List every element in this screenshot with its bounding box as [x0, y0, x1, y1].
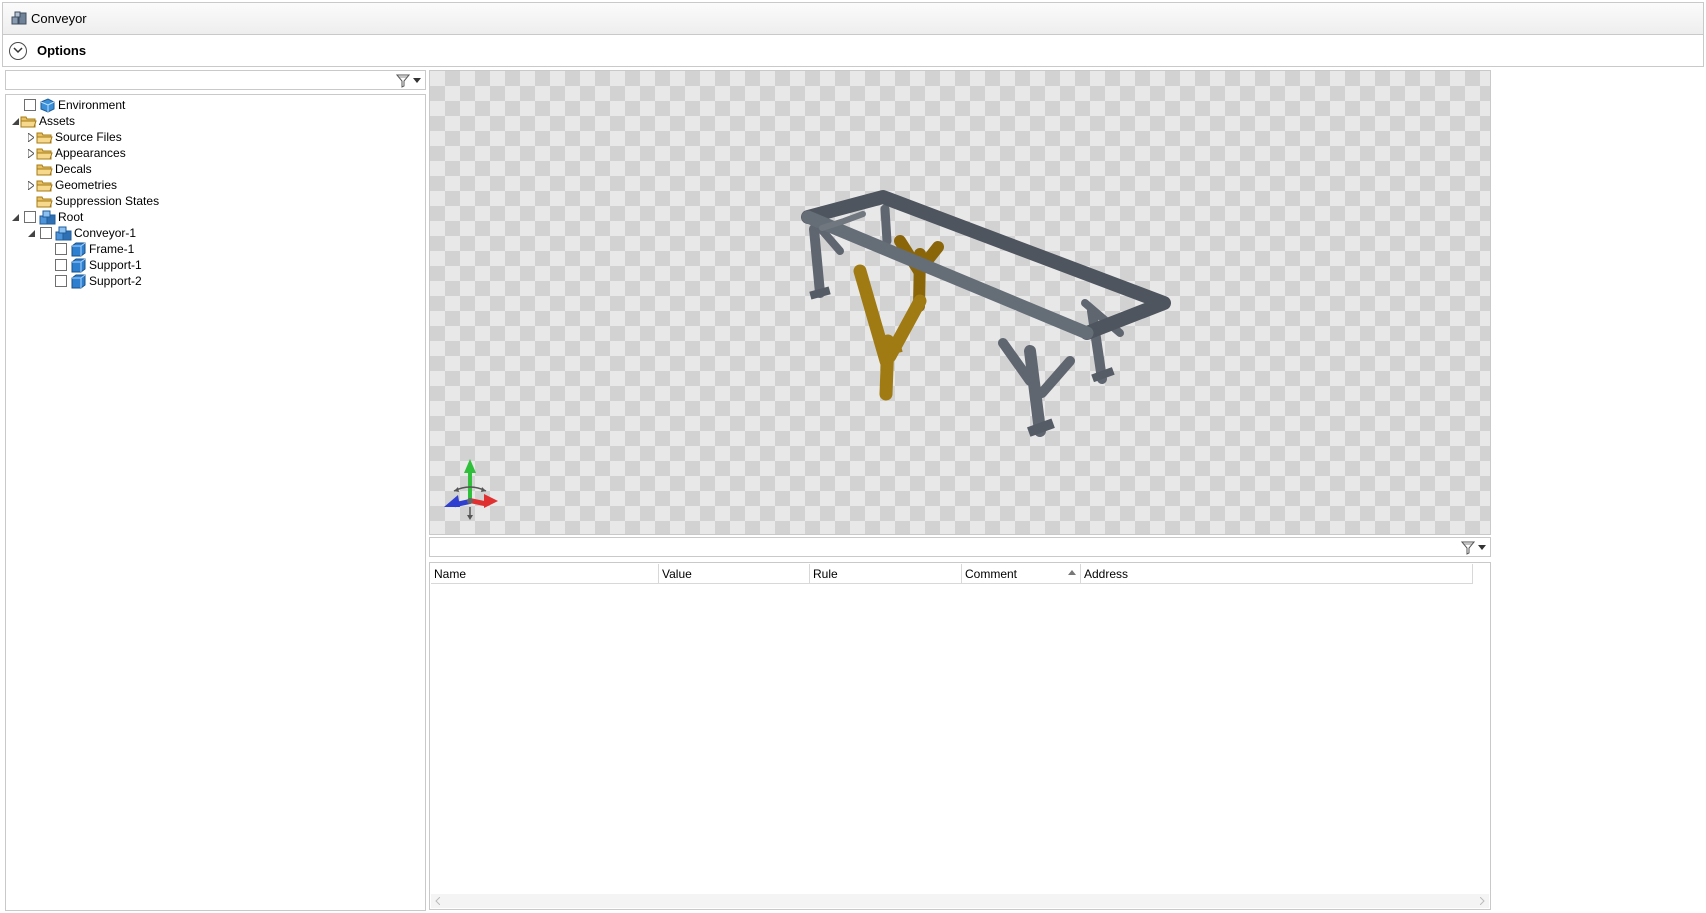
- property-filter-button[interactable]: [1458, 539, 1488, 556]
- tree-item-label: Source Files: [55, 130, 122, 144]
- tree-item-label: Geometries: [55, 178, 118, 192]
- folder-icon: [36, 194, 53, 209]
- column-header-address[interactable]: Address: [1081, 564, 1473, 583]
- filter-icon: [395, 74, 410, 88]
- tree-item-label: Assets: [39, 114, 76, 128]
- window-titlebar: Conveyor: [2, 2, 1704, 35]
- column-header-label: Comment: [965, 566, 1018, 581]
- folder-icon: [36, 130, 53, 145]
- visibility-checkbox[interactable]: [24, 99, 36, 111]
- tree-item-root[interactable]: Root: [10, 209, 83, 225]
- tree-item-label: Appearances: [55, 146, 126, 160]
- tree-item-label: Suppression States: [55, 194, 160, 208]
- column-header-rule[interactable]: Rule: [810, 564, 962, 583]
- 3d-viewport[interactable]: [429, 70, 1491, 535]
- property-filter: [429, 537, 1491, 557]
- tree-item-label: Support-1: [89, 258, 142, 272]
- assembly-icon: [39, 210, 56, 225]
- expanded-triangle-icon[interactable]: [10, 209, 20, 225]
- options-label: Options: [37, 43, 87, 58]
- property-filter-input[interactable]: [432, 539, 1456, 557]
- tree-filter-input[interactable]: [8, 72, 392, 90]
- tree-filter: [5, 70, 426, 90]
- collapsed-triangle-icon[interactable]: [26, 129, 36, 145]
- folder-icon: [36, 146, 53, 161]
- tree-item-suppression-states[interactable]: Suppression States: [36, 193, 159, 209]
- tree-item-appearances[interactable]: Appearances: [26, 145, 126, 161]
- collapsed-triangle-icon[interactable]: [26, 177, 36, 193]
- scroll-right-icon[interactable]: [1480, 897, 1485, 905]
- options-bar: Options: [2, 35, 1704, 67]
- window-title: Conveyor: [31, 11, 87, 26]
- model-tree: Environment Assets Source Files Appearan…: [5, 94, 426, 911]
- tree-item-conveyor-1[interactable]: Conveyor-1: [26, 225, 136, 241]
- collapsed-triangle-icon[interactable]: [26, 145, 36, 161]
- column-header-value[interactable]: Value: [659, 564, 810, 583]
- tree-item-label: Conveyor-1: [74, 226, 137, 240]
- tree-item-assets[interactable]: Assets: [10, 113, 75, 129]
- horizontal-scrollbar[interactable]: [431, 894, 1489, 908]
- tree-item-source-files[interactable]: Source Files: [26, 129, 122, 145]
- assembly-icon: [11, 11, 27, 26]
- tree-item-frame-1[interactable]: Frame-1: [55, 241, 134, 257]
- column-header-comment[interactable]: Comment: [962, 564, 1081, 583]
- filter-icon: [1460, 541, 1475, 555]
- environment-icon: [39, 97, 56, 113]
- visibility-checkbox[interactable]: [55, 275, 67, 287]
- column-header-name[interactable]: Name: [431, 564, 659, 583]
- axis-triad-icon[interactable]: [440, 451, 510, 526]
- folder-icon: [36, 162, 53, 177]
- dropdown-arrow-icon: [412, 78, 421, 83]
- visibility-checkbox[interactable]: [40, 227, 52, 239]
- tree-filter-button[interactable]: [393, 72, 423, 89]
- tree-item-support-1[interactable]: Support-1: [55, 257, 142, 273]
- conveyor-3d-model[interactable]: [430, 71, 1490, 534]
- tree-item-label: Environment: [58, 98, 126, 112]
- expanded-triangle-icon[interactable]: [26, 225, 36, 241]
- tree-item-label: Frame-1: [89, 242, 135, 256]
- tree-item-label: Root: [58, 210, 84, 224]
- part-icon: [70, 242, 87, 257]
- visibility-checkbox[interactable]: [24, 211, 36, 223]
- expanded-triangle-icon[interactable]: [10, 113, 20, 129]
- folder-icon: [20, 114, 37, 129]
- tree-item-label: Support-2: [89, 274, 142, 288]
- sort-ascending-icon: [1068, 570, 1076, 575]
- support-2: [853, 264, 927, 401]
- visibility-checkbox[interactable]: [55, 259, 67, 271]
- frame-1: [801, 190, 1171, 437]
- chevron-down-icon: [13, 47, 23, 54]
- property-grid: Name Value Rule Comment Address: [429, 562, 1491, 910]
- options-expand-button[interactable]: [9, 41, 27, 60]
- visibility-checkbox[interactable]: [55, 243, 67, 255]
- grid-header: Name Value Rule Comment Address: [431, 564, 1473, 584]
- part-icon: [70, 274, 87, 289]
- tree-item-geometries[interactable]: Geometries: [26, 177, 117, 193]
- tree-item-decals[interactable]: Decals: [36, 161, 92, 177]
- part-icon: [70, 258, 87, 273]
- tree-item-environment[interactable]: Environment: [24, 97, 125, 113]
- tree-item-label: Decals: [55, 162, 92, 176]
- tree-item-support-2[interactable]: Support-2: [55, 273, 142, 289]
- assembly-icon: [55, 226, 72, 241]
- folder-icon: [36, 178, 53, 193]
- dropdown-arrow-icon: [1477, 545, 1486, 550]
- scroll-left-icon[interactable]: [435, 897, 440, 905]
